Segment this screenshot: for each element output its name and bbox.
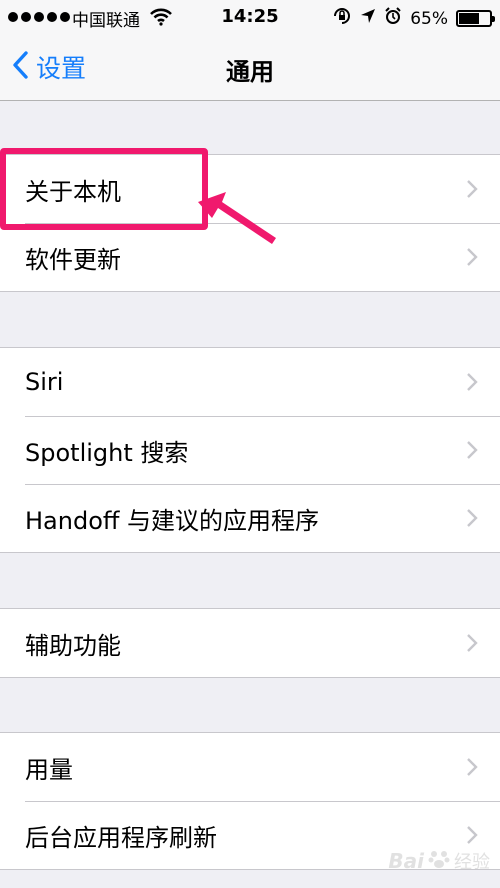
chevron-right-icon: [466, 757, 478, 781]
chevron-right-icon: [466, 825, 478, 849]
location-icon: [360, 8, 376, 29]
alarm-icon: [384, 7, 402, 30]
page-title: 通用: [226, 58, 274, 86]
list-item-accessibility[interactable]: 辅助功能: [0, 609, 500, 677]
paw-icon: [428, 848, 450, 874]
pointer-arrow-icon: [196, 190, 280, 250]
list-item-label: 用量: [25, 755, 73, 784]
list-item-label: Siri: [25, 368, 64, 396]
list-item-label: Handoff 与建议的应用程序: [25, 506, 320, 535]
settings-group: Siri Spotlight 搜索 Handoff 与建议的应用程序: [0, 347, 500, 553]
list-item-usage[interactable]: 用量: [0, 733, 500, 801]
list-item-spotlight[interactable]: Spotlight 搜索: [0, 416, 500, 484]
list-item-label: Spotlight 搜索: [25, 438, 189, 467]
chevron-right-icon: [466, 247, 478, 271]
watermark: Bai 经验: [388, 848, 490, 874]
battery-percent: 65%: [410, 8, 448, 29]
battery-icon: [456, 10, 495, 27]
highlight-box: [0, 148, 208, 230]
list-item-handoff[interactable]: Handoff 与建议的应用程序: [0, 484, 500, 552]
navigation-bar: 中国联通 14:25 65% 设置 通用: [0, 0, 500, 101]
chevron-right-icon: [466, 508, 478, 532]
watermark-text: 经验: [454, 852, 490, 873]
chevron-right-icon: [466, 372, 478, 396]
settings-group: 辅助功能: [0, 608, 500, 678]
chevron-right-icon: [466, 633, 478, 657]
rotation-lock-icon: [332, 6, 352, 31]
list-item-label: 软件更新: [25, 245, 121, 274]
list-item-label: 辅助功能: [25, 631, 121, 660]
chevron-right-icon: [466, 179, 478, 203]
status-bar: 中国联通 14:25 65%: [0, 0, 500, 36]
chevron-right-icon: [466, 440, 478, 464]
watermark-brand: Bai: [388, 849, 424, 873]
list-item-siri[interactable]: Siri: [0, 348, 500, 416]
list-item-label: 后台应用程序刷新: [25, 823, 217, 852]
